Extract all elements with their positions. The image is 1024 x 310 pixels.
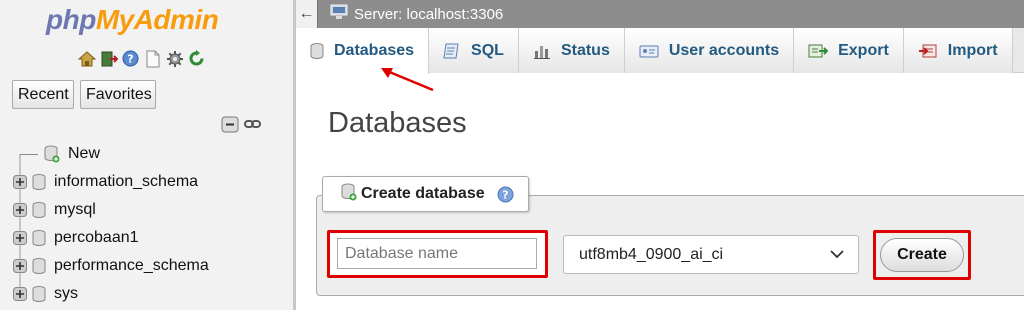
tab-export[interactable]: Export bbox=[794, 28, 904, 73]
tab-user-accounts[interactable]: User accounts bbox=[624, 28, 795, 73]
tab-status[interactable]: Status bbox=[518, 28, 625, 73]
tree-item-database[interactable]: sys bbox=[8, 280, 288, 308]
import-icon bbox=[918, 43, 938, 59]
legend-label: Create database bbox=[361, 185, 485, 202]
new-database-icon bbox=[44, 145, 60, 163]
tree-item-database[interactable]: information_schema bbox=[8, 168, 288, 196]
tab-label: Status bbox=[560, 41, 610, 59]
link-icon[interactable] bbox=[244, 116, 261, 138]
server-breadcrumb-bar: ← Server: localhost:3306 bbox=[296, 0, 1024, 28]
tree-item-label: information_schema bbox=[54, 173, 199, 190]
tab-label: User accounts bbox=[668, 41, 780, 59]
chevron-down-icon bbox=[830, 246, 844, 264]
tab-sql[interactable]: SQL bbox=[429, 28, 519, 73]
expand-icon[interactable] bbox=[12, 174, 28, 190]
export-icon bbox=[808, 43, 829, 59]
docs-icon[interactable] bbox=[143, 49, 162, 68]
logo-text-php: php bbox=[46, 4, 96, 35]
logo-text-myadmin: MyAdmin bbox=[95, 4, 219, 35]
expand-icon[interactable] bbox=[12, 202, 28, 218]
tree-item-database[interactable]: mysql bbox=[8, 196, 288, 224]
settings-icon[interactable] bbox=[165, 49, 184, 68]
tree-item-label: mysql bbox=[54, 201, 96, 218]
server-breadcrumb[interactable]: Server: localhost:3306 bbox=[330, 4, 503, 24]
tree-controls bbox=[221, 116, 261, 138]
database-tree: New information_schema mysql percobaan1 … bbox=[8, 140, 288, 308]
svg-text:?: ? bbox=[127, 53, 133, 66]
tree-item-new[interactable]: New bbox=[8, 140, 288, 168]
exit-icon[interactable] bbox=[99, 49, 118, 68]
home-icon[interactable] bbox=[77, 49, 96, 68]
database-icon bbox=[32, 202, 46, 218]
database-icon bbox=[32, 286, 46, 302]
help-icon[interactable]: ? bbox=[497, 186, 514, 203]
help-icon[interactable]: ? bbox=[121, 49, 140, 68]
recent-button[interactable]: Recent bbox=[12, 80, 74, 109]
tab-import[interactable]: Import bbox=[903, 28, 1013, 73]
back-arrow-icon[interactable]: ← bbox=[296, 0, 318, 28]
tree-item-label: New bbox=[68, 145, 101, 162]
phpmyadmin-logo[interactable]: phpMyAdmin bbox=[46, 4, 219, 36]
collation-value: utf8mb4_0900_ai_ci bbox=[579, 245, 724, 263]
database-name-input[interactable] bbox=[337, 238, 537, 269]
create-button[interactable]: Create bbox=[880, 238, 964, 272]
tab-label: Databases bbox=[334, 42, 415, 59]
sql-icon bbox=[443, 42, 461, 60]
annotation-highlight-name bbox=[327, 230, 548, 278]
favorites-button[interactable]: Favorites bbox=[80, 80, 156, 109]
tree-item-database[interactable]: performance_schema bbox=[8, 252, 288, 280]
server-icon bbox=[330, 4, 348, 24]
tree-item-label: performance_schema bbox=[54, 257, 209, 274]
collation-select[interactable]: utf8mb4_0900_ai_ci bbox=[563, 235, 859, 274]
collapse-all-icon[interactable] bbox=[221, 116, 240, 138]
create-database-legend: Create database ? bbox=[322, 176, 529, 212]
status-icon bbox=[533, 42, 551, 60]
tree-item-label: percobaan1 bbox=[54, 229, 139, 246]
tab-label: Export bbox=[838, 41, 889, 59]
tab-label: SQL bbox=[471, 41, 504, 59]
tree-item-database[interactable]: percobaan1 bbox=[8, 224, 288, 252]
reload-icon[interactable] bbox=[187, 49, 206, 68]
database-icon bbox=[32, 174, 46, 190]
page-title: Databases bbox=[328, 107, 467, 139]
database-icon bbox=[310, 43, 324, 59]
tab-label: Import bbox=[947, 41, 998, 59]
new-database-icon bbox=[341, 183, 357, 206]
annotation-highlight-create: Create bbox=[873, 230, 971, 280]
expand-icon[interactable] bbox=[12, 230, 28, 246]
navigation-panel: phpMyAdmin ? Recent Favorites New inform… bbox=[0, 0, 293, 310]
server-label-text: Server: localhost:3306 bbox=[354, 5, 504, 23]
expand-icon[interactable] bbox=[12, 286, 28, 302]
database-icon bbox=[32, 258, 46, 274]
user-accounts-icon bbox=[639, 43, 659, 59]
annotation-arrow bbox=[381, 68, 434, 92]
tree-item-label: sys bbox=[54, 285, 78, 302]
database-icon bbox=[32, 230, 46, 246]
svg-text:?: ? bbox=[502, 188, 508, 201]
quick-icons: ? bbox=[77, 49, 206, 68]
expand-icon[interactable] bbox=[12, 258, 28, 274]
